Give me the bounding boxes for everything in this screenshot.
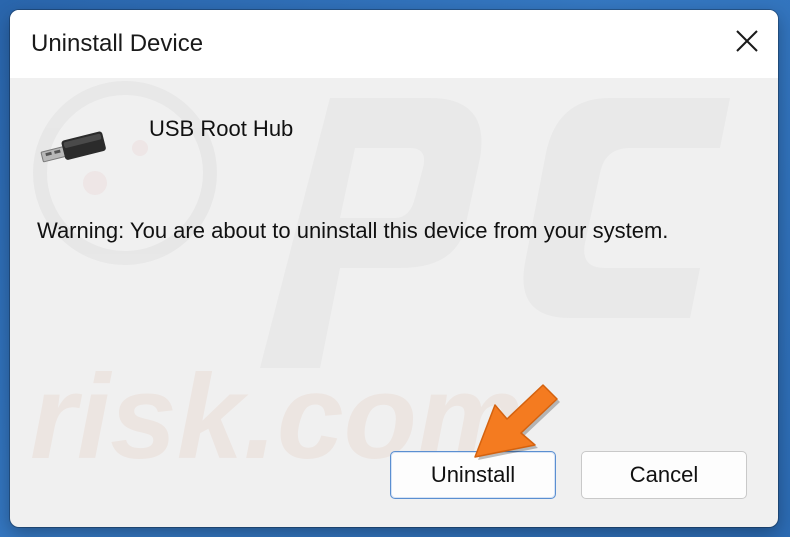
- uninstall-button[interactable]: Uninstall: [390, 451, 556, 499]
- warning-message: Warning: You are about to uninstall this…: [37, 218, 669, 243]
- usb-plug-icon: [40, 131, 106, 163]
- uninstall-device-dialog: risk.com Uninstall Device USB Root Hub W…: [10, 10, 778, 527]
- title-bar: Uninstall Device: [10, 10, 778, 78]
- device-name: USB Root Hub: [149, 116, 294, 141]
- close-icon: [736, 30, 758, 52]
- close-button[interactable]: [716, 10, 778, 72]
- dialog-title: Uninstall Device: [31, 30, 204, 57]
- cancel-button[interactable]: Cancel: [581, 451, 747, 499]
